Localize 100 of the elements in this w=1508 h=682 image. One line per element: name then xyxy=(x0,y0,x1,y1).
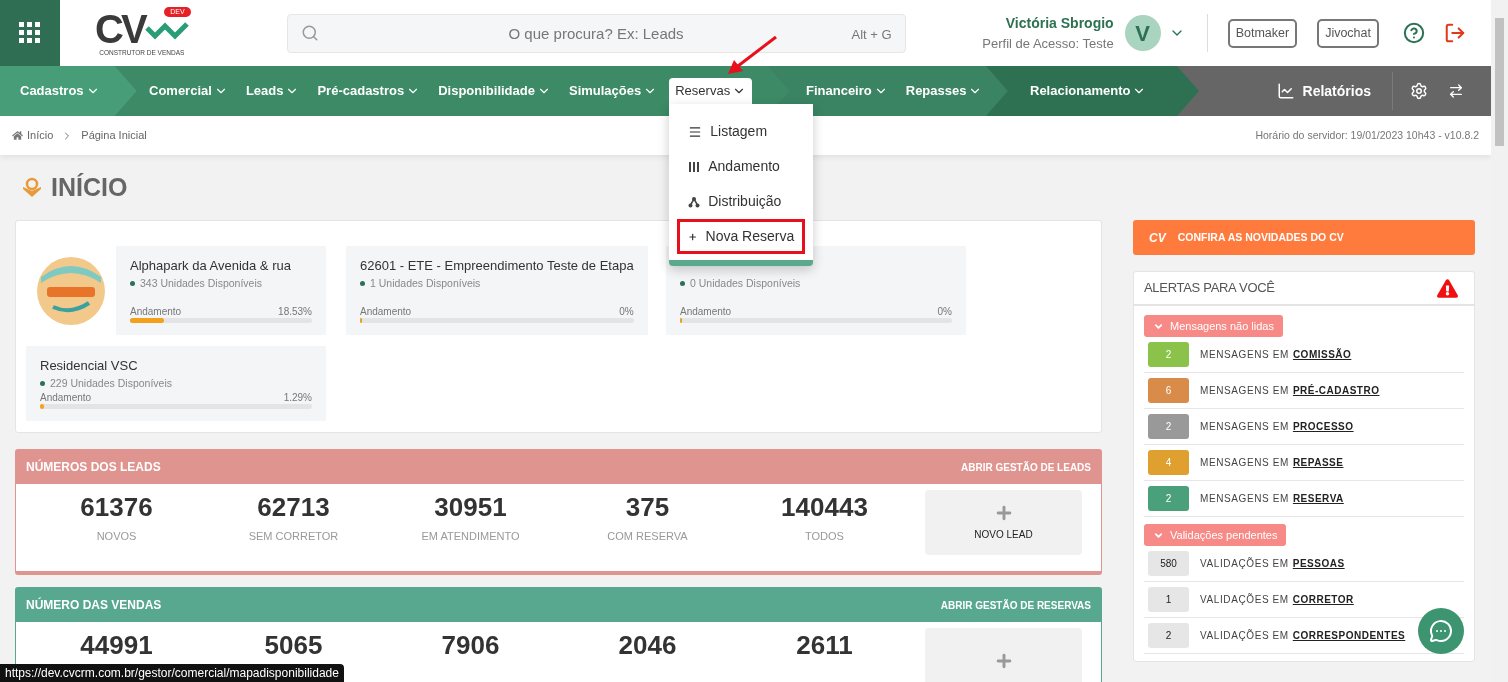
alert-link[interactable]: CORRETOR xyxy=(1292,592,1354,607)
stat-value: 44991 xyxy=(80,630,153,660)
development-title: 62601 - ETE - Empreendimento Teste de Etapa xyxy=(360,257,634,274)
app-grid-button[interactable] xyxy=(0,0,60,66)
alert-link[interactable]: COMISSÃO xyxy=(1292,347,1352,362)
list-icon xyxy=(688,124,703,139)
add-lead-button[interactable]: NOVO LEAD xyxy=(925,490,1082,555)
server-time: Horário do servidor: 19/01/2023 10h43 - v10.8.2 xyxy=(1255,127,1479,143)
header-button[interactable]: Botmaker xyxy=(1227,18,1298,48)
bars-icon xyxy=(688,160,701,173)
chat-icon xyxy=(1429,619,1453,643)
nav-menu-item[interactable]: Repasses xyxy=(899,78,989,104)
alert-link[interactable]: PRÉ-CADASTRO xyxy=(1292,383,1380,398)
alert-text: MENSAGENS EM xyxy=(1200,348,1289,362)
alert-text: VALIDAÇÕES EM xyxy=(1200,628,1289,643)
alert-text: MENSAGENS EM xyxy=(1200,420,1289,434)
count-badge: 4 xyxy=(1148,450,1189,475)
stat-label: EM ATENDIMENTO xyxy=(421,529,520,544)
progress-reading: 0% xyxy=(937,306,952,318)
count-badge: 2 xyxy=(1148,486,1189,511)
units-available: 229 Unidades Disponíveis xyxy=(50,376,172,390)
menu-item[interactable]: Distribuição xyxy=(677,184,806,219)
progress-label: Andamento xyxy=(360,306,412,318)
alert-text: MENSAGENS EM xyxy=(1200,492,1289,506)
count-badge: 2 xyxy=(1148,414,1189,439)
menu-item[interactable]: Nova Reserva xyxy=(677,219,806,254)
menu-item[interactable]: Listagem xyxy=(677,114,806,149)
panel-title: NÚMERO DAS VENDAS xyxy=(26,596,162,614)
stat-value: 2611 xyxy=(796,630,853,660)
page-title: INÍCIO xyxy=(51,171,128,203)
units-available: 1 Unidades Disponíveis xyxy=(370,276,481,290)
units-available: 0 Unidades Disponíveis xyxy=(690,276,801,290)
search-icon xyxy=(300,23,319,42)
reports-button[interactable]: Relatórios xyxy=(1276,80,1392,102)
count-badge: 6 xyxy=(1148,378,1189,403)
stat-value: 2046 xyxy=(618,630,677,660)
logo-text: CV xyxy=(95,9,145,49)
nav-menu-item[interactable]: Financeiro xyxy=(800,78,894,104)
alert-link[interactable]: PROCESSO xyxy=(1292,419,1354,434)
warning-icon xyxy=(1437,278,1458,298)
nodes-icon xyxy=(688,195,701,208)
stat-value: 7906 xyxy=(441,630,500,660)
nav-menu-item[interactable]: Simulações xyxy=(562,78,664,104)
stat-label: COM RESERVA xyxy=(607,529,688,544)
alert-link[interactable]: CORRESPONDENTES xyxy=(1292,628,1406,643)
alert-text: MENSAGENS EM xyxy=(1200,456,1289,470)
stat-label: SEM CORRETOR xyxy=(248,529,339,544)
menu-item[interactable]: Andamento xyxy=(677,149,806,184)
grid-icon xyxy=(19,22,41,44)
count-badge: 1 xyxy=(1148,587,1189,612)
header-button[interactable]: Jivochat xyxy=(1317,18,1379,48)
nav-menu-item[interactable]: Disponibilidade xyxy=(432,78,557,104)
nav-menu-item[interactable]: Relacionamento xyxy=(1024,78,1153,104)
user-name: Victória Sbrogio xyxy=(1005,13,1114,33)
banner-logo: CV xyxy=(1149,229,1166,247)
breadcrumb-link[interactable]: Página Inicial xyxy=(81,127,147,144)
progress-label: Andamento xyxy=(40,392,92,404)
home-icon xyxy=(12,130,23,141)
nav-menu-item[interactable]: Leads xyxy=(239,78,306,104)
stat-label: NOVOS xyxy=(96,529,137,544)
stat-value: 140443 xyxy=(781,492,868,522)
stat-value: 5065 xyxy=(264,630,323,660)
panel-title: NÚMEROS DOS LEADS xyxy=(26,458,161,476)
progress-reading: 18.53% xyxy=(278,306,312,318)
user-avatar[interactable]: V xyxy=(1124,15,1161,51)
alerts-title: ALERTAS PARA VOCÊ xyxy=(1144,279,1275,298)
alert-link[interactable]: REPASSE xyxy=(1292,455,1344,470)
progress-reading: 1.29% xyxy=(283,392,312,404)
alert-text: VALIDAÇÕES EM xyxy=(1200,592,1289,607)
progress-label: Andamento xyxy=(680,306,732,318)
development-title: Residencial VSC xyxy=(40,357,139,374)
scrollbar-thumb[interactable] xyxy=(1495,18,1504,146)
pointer-arrow xyxy=(726,34,778,76)
settings-icon[interactable] xyxy=(1410,82,1428,100)
nav-menu-item[interactable]: Cadastros xyxy=(14,78,106,104)
stat-value: 62713 xyxy=(257,492,330,522)
nav-menu-item[interactable]: Reservas xyxy=(669,78,753,104)
logout-icon[interactable] xyxy=(1444,22,1466,44)
stat-label: TODOS xyxy=(805,529,844,544)
progress-reading: 0% xyxy=(619,306,634,318)
help-icon[interactable] xyxy=(1403,22,1425,44)
user-profile: Perfil de Acesso: Teste xyxy=(982,34,1114,53)
development-title: Alphapark da Avenida & rua xyxy=(130,257,292,274)
swap-icon[interactable] xyxy=(1448,83,1464,99)
count-badge: 2 xyxy=(1148,342,1189,367)
line-chart-icon xyxy=(1276,82,1295,100)
alert-link[interactable]: RESERVA xyxy=(1292,491,1344,506)
stat-value: 30951 xyxy=(434,492,507,522)
alert-link[interactable]: PESSOAS xyxy=(1292,556,1345,571)
stat-value: 61376 xyxy=(80,492,153,522)
breadcrumb-link[interactable]: Início xyxy=(27,127,54,144)
alert-text: MENSAGENS EM xyxy=(1200,384,1289,398)
count-badge: 2 xyxy=(1148,623,1189,648)
nav-menu-item[interactable]: Pré-cadastros xyxy=(311,78,427,104)
shortcut-hint: Alt + G xyxy=(851,25,892,44)
count-badge: 580 xyxy=(1148,551,1189,576)
nav-menu-item[interactable]: Comercial xyxy=(143,78,234,104)
status-url-tooltip: https://dev.cvcrm.com.br/gestor/comercial/mapadisponibilidade xyxy=(0,664,344,682)
stat-value: 375 xyxy=(625,492,670,522)
units-available: 343 Unidades Disponíveis xyxy=(140,276,262,290)
